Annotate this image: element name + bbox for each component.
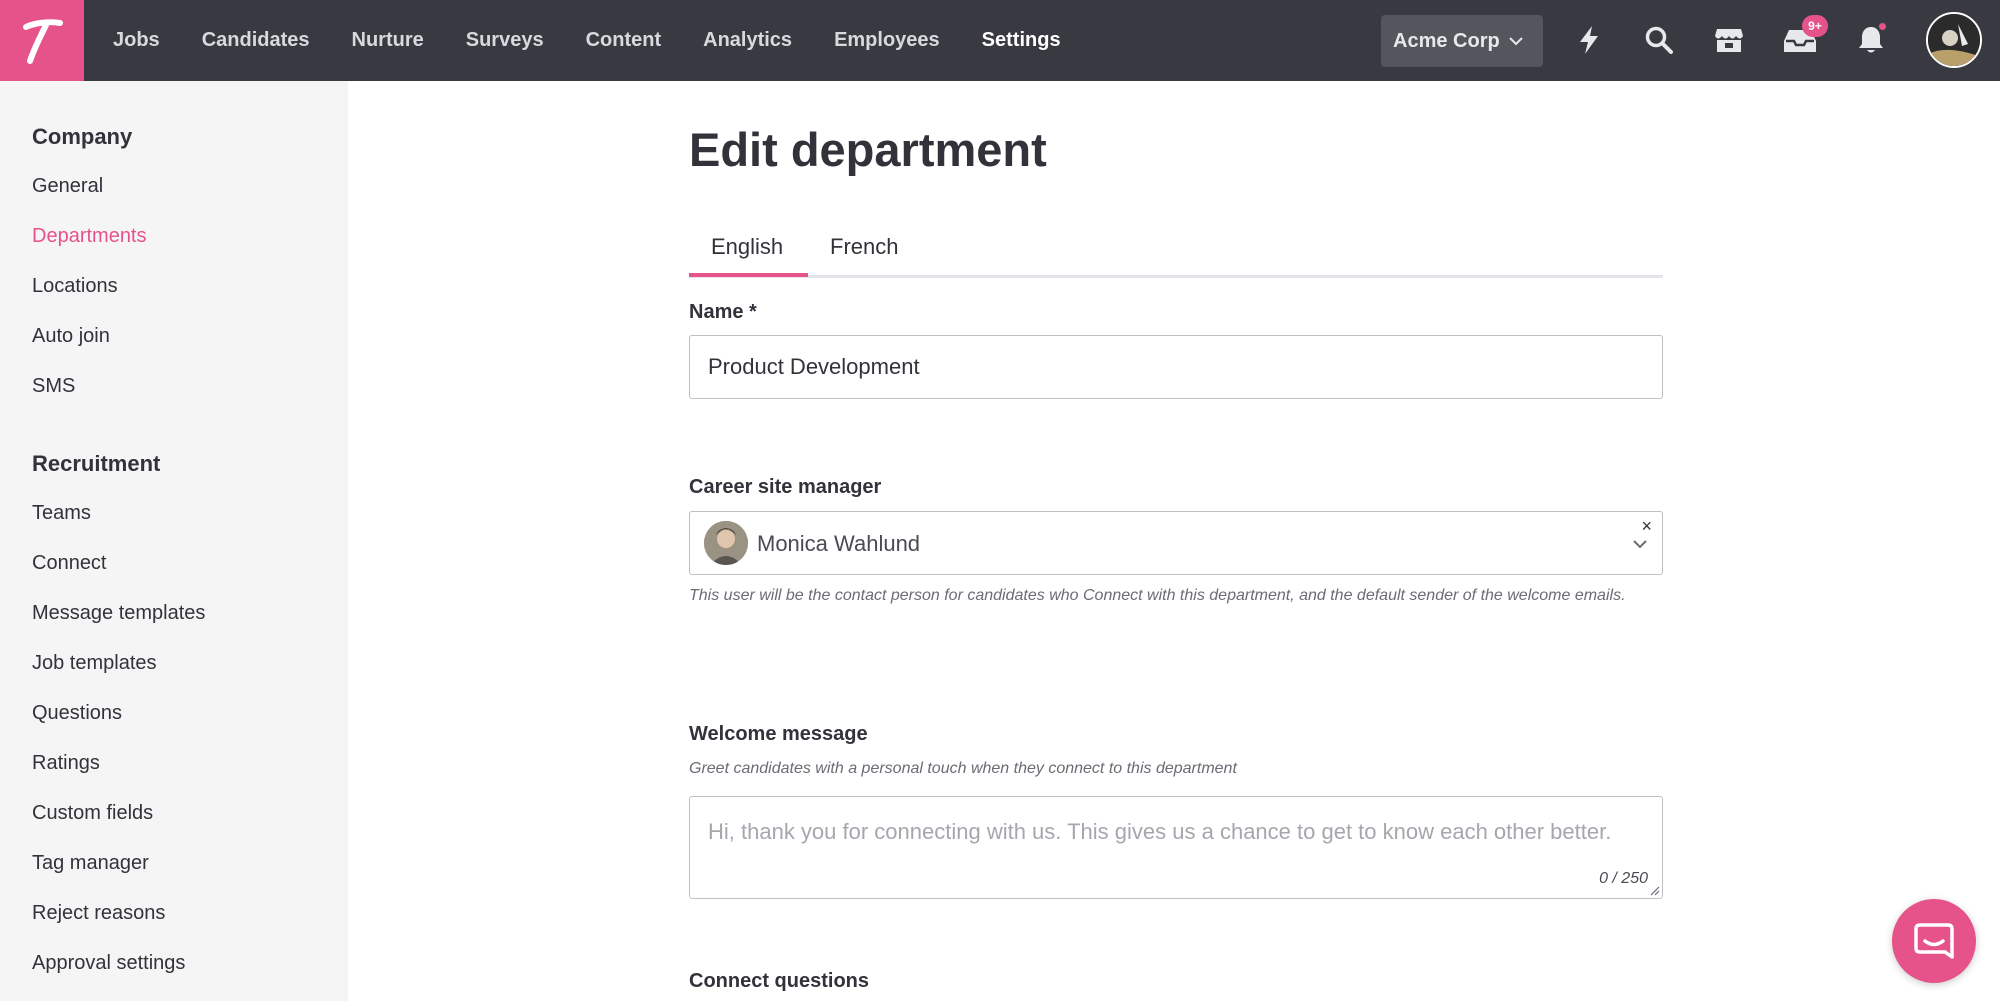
- sidebar-item-auto-join[interactable]: Auto join: [32, 325, 110, 348]
- nav-item-employees[interactable]: Employees: [834, 29, 940, 52]
- nav-item-surveys[interactable]: Surveys: [466, 29, 544, 52]
- chevron-down-icon: [1509, 37, 1523, 46]
- nav-item-nurture[interactable]: Nurture: [352, 29, 424, 52]
- career-site-manager-value: Monica Wahlund: [757, 531, 921, 556]
- name-input-value: Product Development: [708, 354, 920, 379]
- resize-handle-icon[interactable]: [1648, 884, 1660, 896]
- welcome-message-textarea[interactable]: Hi, thank you for connecting with us. Th…: [689, 796, 1663, 899]
- search-icon[interactable]: [1639, 20, 1679, 60]
- nav-item-settings[interactable]: Settings: [982, 29, 1061, 52]
- chat-launcher-button[interactable]: [1892, 899, 1976, 983]
- sidebar-item-custom-fields[interactable]: Custom fields: [32, 802, 153, 825]
- chat-icon: [1914, 923, 1954, 959]
- tab-english[interactable]: English: [711, 234, 783, 260]
- name-input[interactable]: Product Development: [689, 335, 1663, 399]
- career-site-manager-select[interactable]: Monica Wahlund ×: [689, 511, 1663, 575]
- sidebar-item-ratings[interactable]: Ratings: [32, 752, 100, 775]
- sidebar-heading-company: Company: [32, 124, 133, 149]
- lightning-icon[interactable]: [1569, 20, 1609, 60]
- sidebar-heading-recruitment: Recruitment: [32, 451, 161, 476]
- manager-avatar: [704, 521, 748, 565]
- page-title: Edit department: [689, 123, 1047, 176]
- company-selector[interactable]: Acme Corp: [1381, 15, 1543, 67]
- main-nav: Jobs Candidates Nurture Surveys Content …: [113, 0, 1103, 81]
- sidebar-item-questions[interactable]: Questions: [32, 702, 122, 725]
- sidebar-item-message-templates[interactable]: Message templates: [32, 602, 205, 625]
- sidebar-item-teams[interactable]: Teams: [32, 502, 91, 525]
- user-avatar[interactable]: [1926, 12, 1982, 68]
- store-icon[interactable]: [1709, 20, 1749, 60]
- career-site-manager-label: Career site manager: [689, 476, 882, 498]
- sidebar-item-departments[interactable]: Departments: [32, 225, 147, 248]
- sidebar-item-tag-manager[interactable]: Tag manager: [32, 852, 149, 875]
- notification-dot: [1877, 21, 1888, 32]
- nav-item-candidates[interactable]: Candidates: [202, 29, 310, 52]
- top-navigation-bar: Jobs Candidates Nurture Surveys Content …: [0, 0, 2000, 81]
- talentech-logo-icon[interactable]: [0, 0, 84, 81]
- nav-item-jobs[interactable]: Jobs: [113, 29, 160, 52]
- sidebar-item-general[interactable]: General: [32, 175, 103, 198]
- character-counter: 0 / 250: [1599, 870, 1648, 887]
- sidebar-item-locations[interactable]: Locations: [32, 275, 118, 298]
- name-label: Name *: [689, 301, 757, 323]
- sidebar-item-sms[interactable]: SMS: [32, 375, 75, 398]
- sidebar-item-job-templates[interactable]: Job templates: [32, 652, 157, 675]
- sidebar-item-reject-reasons[interactable]: Reject reasons: [32, 902, 165, 925]
- nav-item-analytics[interactable]: Analytics: [703, 29, 792, 52]
- company-selector-value: Acme Corp: [1393, 29, 1500, 52]
- inbox-badge: 9+: [1802, 15, 1828, 37]
- career-site-manager-help: This user will be the contact person for…: [689, 587, 1626, 604]
- welcome-message-help: Greet candidates with a personal touch w…: [689, 760, 1237, 777]
- clear-selection-icon[interactable]: ×: [1641, 516, 1652, 537]
- welcome-message-placeholder: Hi, thank you for connecting with us. Th…: [708, 819, 1612, 844]
- language-tabs: English French: [689, 230, 1663, 278]
- sidebar-item-connect[interactable]: Connect: [32, 552, 107, 575]
- active-tab-indicator: [689, 273, 808, 277]
- nav-item-content[interactable]: Content: [586, 29, 662, 52]
- chevron-down-icon[interactable]: [1632, 536, 1648, 552]
- connect-questions-label: Connect questions: [689, 970, 870, 992]
- welcome-message-label: Welcome message: [689, 723, 868, 745]
- settings-sidebar: Company General Departments Locations Au…: [0, 81, 348, 1001]
- sidebar-item-approval-settings[interactable]: Approval settings: [32, 952, 185, 975]
- tab-french[interactable]: French: [830, 234, 898, 260]
